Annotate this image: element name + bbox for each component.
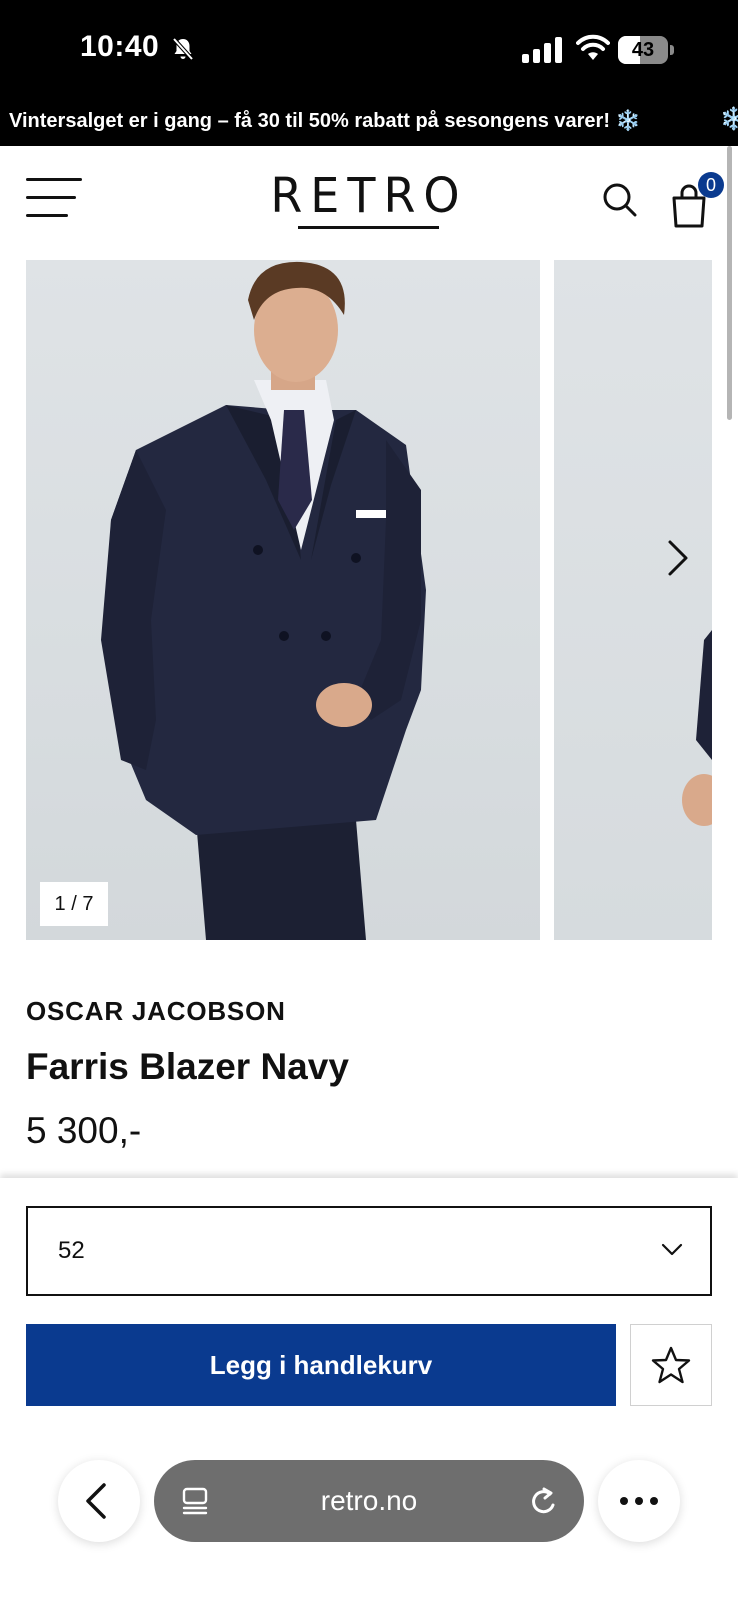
star-icon <box>651 1346 691 1384</box>
bell-slash-icon <box>172 37 194 61</box>
add-to-cart-button[interactable]: Legg i handlekurv <box>26 1324 616 1406</box>
retro-logo[interactable]: RETRO <box>260 167 478 224</box>
cellular-signal-icon <box>522 37 562 63</box>
back-icon <box>86 1483 106 1519</box>
site-header: RETRO 0 <box>0 146 738 256</box>
battery-icon: 43 <box>618 36 674 64</box>
status-time: 10:40 <box>80 30 160 63</box>
product-gallery[interactable]: 1 / 7 <box>26 260 738 940</box>
product-photo <box>101 261 426 940</box>
address-bar[interactable]: retro.no <box>154 1460 584 1542</box>
size-selected-value: 52 <box>58 1237 85 1264</box>
menu-icon <box>26 178 82 181</box>
product-price: 5 300,- <box>26 1110 142 1151</box>
battery-level: 43 <box>631 39 655 61</box>
cart-button[interactable]: 0 <box>672 172 724 228</box>
chevron-right-icon[interactable] <box>662 538 692 578</box>
snowflake-icon: ❄️ <box>720 106 738 131</box>
status-bar: 10:40 43 <box>0 0 738 100</box>
announcement-text: Vintersalget er i gang – få 30 til 50% r… <box>9 110 641 132</box>
reload-icon[interactable] <box>528 1484 560 1518</box>
product-brand[interactable]: OSCAR JACOBSON <box>26 996 286 1027</box>
product-image-next[interactable] <box>554 260 712 940</box>
product-name: Farris Blazer Navy <box>26 1046 349 1087</box>
product-photo-partial <box>682 630 712 826</box>
cart-count-badge: 0 <box>698 172 724 198</box>
image-counter: 1 / 7 <box>40 882 108 926</box>
chevron-down-icon <box>661 1243 683 1256</box>
menu-button[interactable] <box>26 178 84 220</box>
browser-toolbar: retro.no <box>0 1448 738 1600</box>
logo-underline <box>298 226 439 229</box>
browser-back-button[interactable] <box>58 1460 140 1542</box>
address-url: retro.no <box>320 1485 418 1516</box>
product-image-main[interactable]: 1 / 7 <box>26 260 540 940</box>
browser-more-button[interactable] <box>598 1460 680 1542</box>
wifi-icon <box>576 34 610 60</box>
more-icon <box>620 1497 658 1505</box>
wishlist-button[interactable] <box>630 1324 712 1406</box>
size-select[interactable]: 52 <box>26 1206 712 1296</box>
search-icon[interactable] <box>600 180 640 220</box>
announcement-bar[interactable]: Vintersalget er i gang – få 30 til 50% r… <box>0 100 738 146</box>
